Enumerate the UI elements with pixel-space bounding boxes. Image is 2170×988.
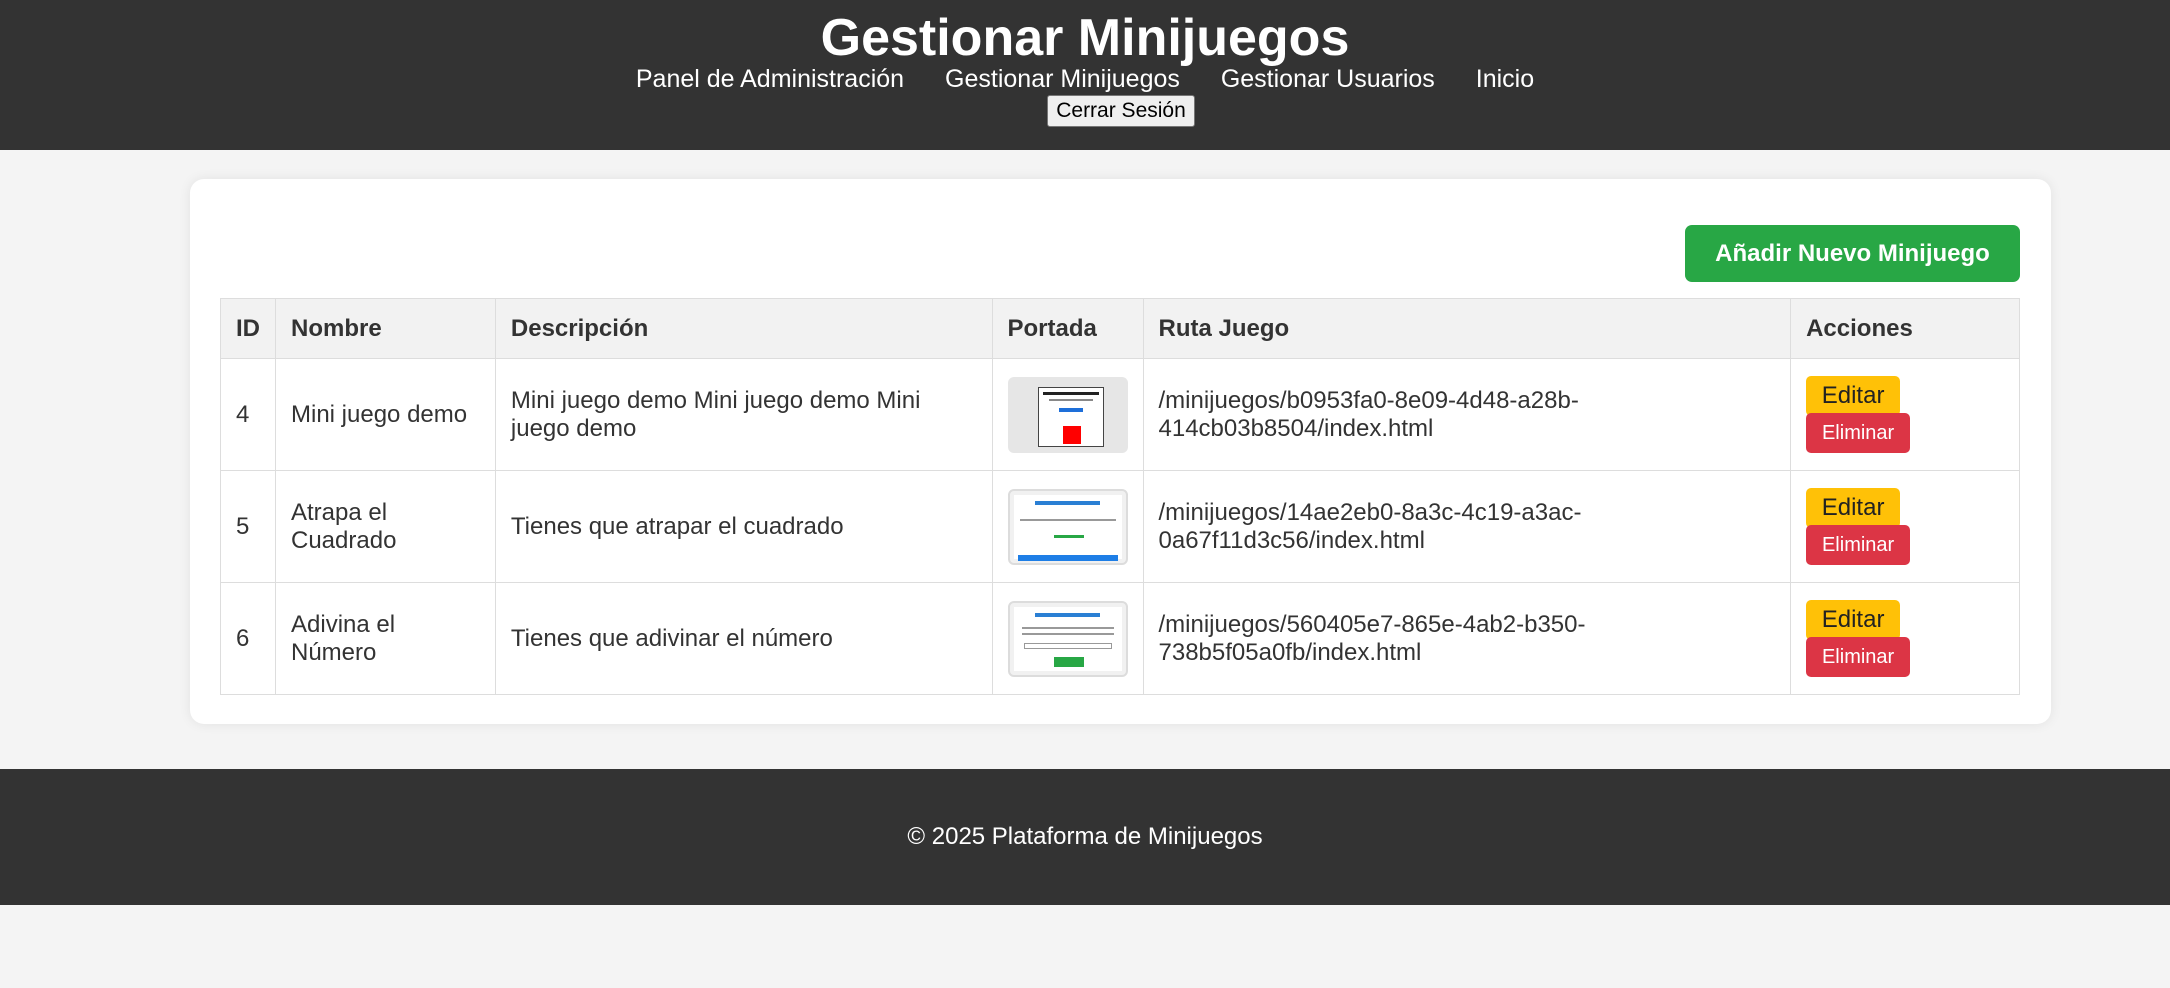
- delete-button[interactable]: Eliminar: [1806, 413, 1911, 453]
- cover-thumbnail: [1007, 376, 1128, 453]
- nav-panel-administracion[interactable]: Panel de Administración: [636, 65, 904, 93]
- cell-portada: [991, 582, 1144, 695]
- main-card: Añadir Nuevo Minijuego ID Nombre Descrip…: [190, 179, 2051, 724]
- header-nombre: Nombre: [275, 298, 496, 359]
- cell-descripcion: Tienes que adivinar el número: [494, 582, 993, 695]
- cell-ruta: /minijuegos/14ae2eb0-8a3c-4c19-a3ac-0a67…: [1142, 470, 1792, 583]
- header-id: ID: [220, 298, 276, 359]
- cell-descripcion: Mini juego demo Mini juego demo Mini jue…: [494, 358, 993, 471]
- cell-id: 4: [220, 358, 276, 471]
- site-header: Gestionar Minijuegos Panel de Administra…: [0, 0, 2170, 150]
- table-row: 5 Atrapa el Cuadrado Tienes que atrapar …: [220, 470, 2020, 583]
- cell-portada: [991, 470, 1144, 583]
- footer-copyright: © 2025 Plataforma de Minijuegos: [907, 823, 1263, 850]
- site-footer: © 2025 Plataforma de Minijuegos: [0, 769, 2170, 905]
- cell-acciones: Editar Eliminar: [1790, 358, 2020, 471]
- header-acciones: Acciones: [1790, 298, 2020, 359]
- table-row: 4 Mini juego demo Mini juego demo Mini j…: [220, 358, 2020, 471]
- delete-button[interactable]: Eliminar: [1806, 637, 1911, 677]
- table-header-row: ID Nombre Descripción Portada Ruta Juego…: [220, 298, 2020, 359]
- table-row: 6 Adivina el Número Tienes que adivinar …: [220, 582, 2020, 695]
- page-title: Gestionar Minijuegos: [820, 9, 1350, 67]
- delete-button[interactable]: Eliminar: [1806, 525, 1911, 565]
- add-minigame-button[interactable]: Añadir Nuevo Minijuego: [1685, 225, 2020, 282]
- cell-portada: [991, 358, 1144, 471]
- cell-nombre: Mini juego demo: [275, 358, 496, 471]
- edit-button[interactable]: Editar: [1806, 600, 1901, 640]
- cell-id: 5: [220, 470, 276, 583]
- header-portada: Portada: [991, 298, 1144, 359]
- cell-ruta: /minijuegos/b0953fa0-8e09-4d48-a28b-414c…: [1142, 358, 1792, 471]
- cell-nombre: Atrapa el Cuadrado: [275, 470, 496, 583]
- minigames-table: ID Nombre Descripción Portada Ruta Juego…: [220, 298, 2020, 695]
- cell-acciones: Editar Eliminar: [1790, 582, 2020, 695]
- cell-id: 6: [220, 582, 276, 695]
- header-ruta: Ruta Juego: [1142, 298, 1792, 359]
- main-nav: Panel de Administración Gestionar Miniju…: [0, 63, 2170, 95]
- cell-ruta: /minijuegos/560405e7-865e-4ab2-b350-738b…: [1142, 582, 1792, 695]
- cell-nombre: Adivina el Número: [275, 582, 496, 695]
- cover-thumbnail: [1007, 600, 1128, 677]
- logout-button[interactable]: Cerrar Sesión: [1047, 95, 1195, 127]
- edit-button[interactable]: Editar: [1806, 376, 1901, 416]
- nav-inicio[interactable]: Inicio: [1476, 65, 1534, 93]
- cover-thumbnail: [1007, 488, 1128, 565]
- header-descripcion: Descripción: [494, 298, 993, 359]
- edit-button[interactable]: Editar: [1806, 488, 1901, 528]
- nav-gestionar-usuarios[interactable]: Gestionar Usuarios: [1221, 65, 1435, 93]
- cell-acciones: Editar Eliminar: [1790, 470, 2020, 583]
- nav-gestionar-minijuegos[interactable]: Gestionar Minijuegos: [945, 65, 1180, 93]
- cell-descripcion: Tienes que atrapar el cuadrado: [494, 470, 993, 583]
